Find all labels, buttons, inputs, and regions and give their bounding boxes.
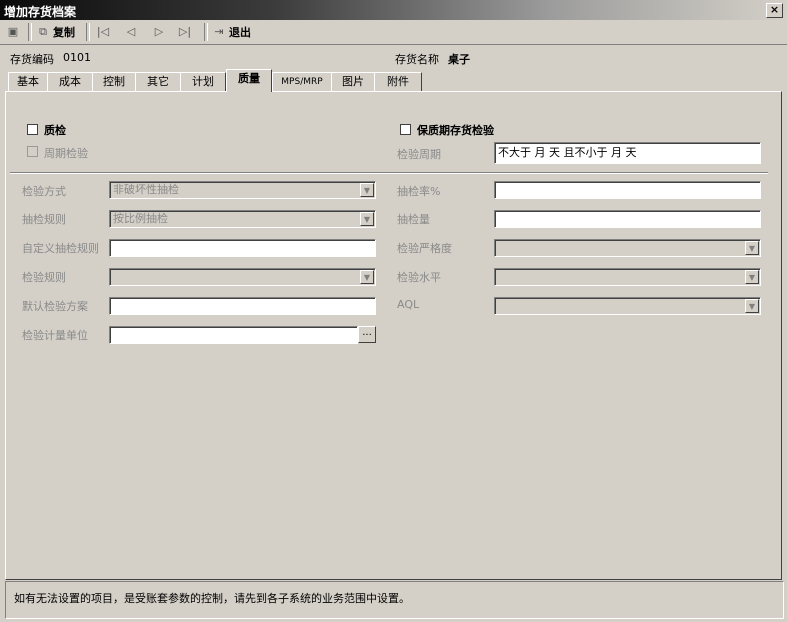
toolbar-separator [204,23,208,41]
first-record-button[interactable]: |◁ [96,23,110,41]
last-record-button[interactable]: ▷| [178,23,192,41]
check-rule-select[interactable] [109,268,376,286]
check-period-label: 检验周期 [397,148,441,161]
tab-basic[interactable]: 基本 [8,72,48,91]
check-rule-label: 检验规则 [22,271,66,284]
toolbar-separator [28,23,32,41]
first-record-icon: |◁ [96,25,110,38]
last-record-icon: ▷| [178,25,192,38]
copy-label: 复制 [53,26,75,39]
save-button[interactable]: ▣ [6,23,20,41]
toolbar-separator [86,23,90,41]
unit-input[interactable] [109,326,358,344]
tab-control[interactable]: 控制 [92,72,136,91]
name-value: 桌子 [448,53,470,66]
next-record-button[interactable]: ▷ [152,23,166,41]
strictness-select[interactable] [494,239,761,257]
code-label: 存货编码 [10,53,54,66]
custom-rule-label: 自定义抽检规则 [22,242,99,255]
exit-button[interactable]: ⇥ 退出 [212,23,251,41]
copy-icon: ⧉ [39,25,47,38]
check-method-dropdown-icon[interactable]: ▼ [360,183,374,197]
prev-record-button[interactable]: ◁ [124,23,138,41]
periodic-check-checkbox[interactable] [27,146,38,157]
sample-qty-label: 抽检量 [397,213,430,226]
title-bar [0,0,787,20]
sample-qty-input[interactable] [494,210,761,228]
window-title: 增加存货档案 [4,5,77,19]
default-scheme-label: 默认检验方案 [22,300,88,313]
tab-image[interactable]: 图片 [331,72,375,91]
periodic-check-label: 周期检验 [44,147,88,160]
exit-label: 退出 [229,26,251,39]
unit-label: 检验计量单位 [22,329,88,342]
quality-check-checkbox[interactable] [27,124,38,135]
quality-check-label: 质检 [44,124,66,137]
check-period-field[interactable]: 不大于 月 天 且不小于 月 天 [494,142,761,164]
exit-icon: ⇥ [214,25,224,38]
tab-quality[interactable]: 质量 [226,69,272,92]
level-dropdown-icon[interactable]: ▼ [745,270,759,284]
unit-browse-button[interactable]: ... [358,326,376,343]
close-button[interactable]: × [766,3,783,18]
tab-plan[interactable]: 计划 [180,72,226,91]
aql-dropdown-icon[interactable]: ▼ [745,299,759,313]
strictness-label: 检验严格度 [397,242,452,255]
copy-button[interactable]: ⧉ 复制 [36,23,75,41]
check-method-label: 检验方式 [22,185,66,198]
shelf-life-check-checkbox[interactable] [400,124,411,135]
tab-cost[interactable]: 成本 [47,72,93,91]
save-icon: ▣ [7,25,19,38]
tab-other[interactable]: 其它 [135,72,181,91]
shelf-life-check-label: 保质期存货检验 [417,124,494,137]
sample-rate-input[interactable] [494,181,761,199]
divider [10,172,768,174]
name-label: 存货名称 [395,53,439,66]
tab-attachment[interactable]: 附件 [374,72,422,91]
level-label: 检验水平 [397,271,441,284]
strictness-dropdown-icon[interactable]: ▼ [745,241,759,255]
toolbar: ▣ ⧉ 复制 |◁ ◁ ▷ ▷| ⇥ 退出 [0,20,787,45]
check-method-select[interactable]: 非破坏性抽检 [109,181,376,199]
custom-rule-input[interactable] [109,239,376,257]
level-select[interactable] [494,268,761,286]
check-rule-dropdown-icon[interactable]: ▼ [360,270,374,284]
aql-select[interactable] [494,297,761,315]
sampling-rule-select[interactable]: 按比例抽检 [109,210,376,228]
code-value: 0101 [63,51,91,64]
default-scheme-input[interactable] [109,297,376,315]
tab-mps-mrp[interactable]: MPS/MRP [272,72,332,91]
sampling-rule-label: 抽检规则 [22,213,66,226]
sample-rate-label: 抽检率% [397,185,441,198]
status-message: 如有无法设置的项目，是受账套参数的控制，请先到各子系统的业务范围中设置。 [14,592,410,605]
next-record-icon: ▷ [154,25,164,38]
prev-record-icon: ◁ [126,25,136,38]
aql-label: AQL [397,298,420,311]
sampling-rule-dropdown-icon[interactable]: ▼ [360,212,374,226]
